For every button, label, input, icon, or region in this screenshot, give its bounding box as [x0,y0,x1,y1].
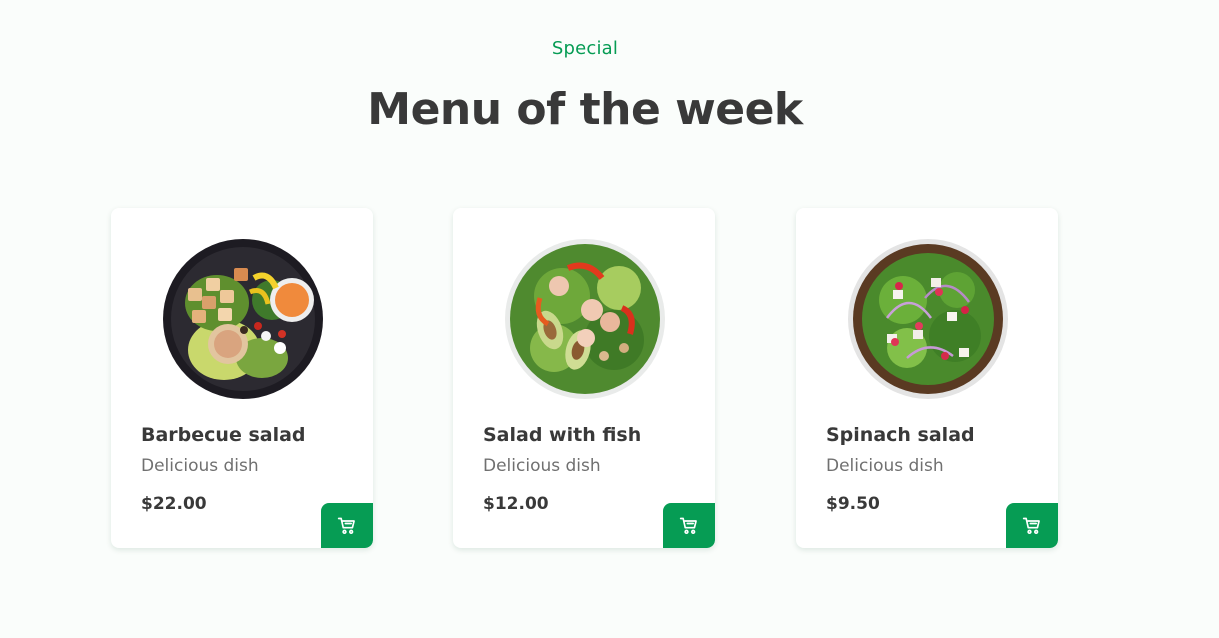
dish-price: $9.50 [826,494,880,514]
cart-icon [1022,517,1040,534]
dish-name: Barbecue salad [141,424,306,446]
menu-card: Barbecue salad Delicious dish $22.00 [111,208,373,548]
cart-icon [679,517,697,534]
add-to-cart-button[interactable] [663,503,715,548]
add-to-cart-button[interactable] [321,503,373,548]
dish-description: Delicious dish [141,456,259,476]
dish-name: Spinach salad [826,424,975,446]
dish-price: $12.00 [483,494,549,514]
section-subtitle: Special [551,38,619,59]
cart-icon [337,517,355,534]
menu-card: Spinach salad Delicious dish $9.50 [796,208,1058,548]
fish-salad-image [505,239,665,399]
spinach-salad-image [848,239,1008,399]
dish-price: $22.00 [141,494,207,514]
menu-card: Salad with fish Delicious dish $12.00 [453,208,715,548]
dish-name: Salad with fish [483,424,642,446]
dish-description: Delicious dish [826,456,944,476]
add-to-cart-button[interactable] [1006,503,1058,548]
barbecue-salad-image [163,239,323,399]
dish-description: Delicious dish [483,456,601,476]
section-title: Menu of the week [367,84,803,135]
